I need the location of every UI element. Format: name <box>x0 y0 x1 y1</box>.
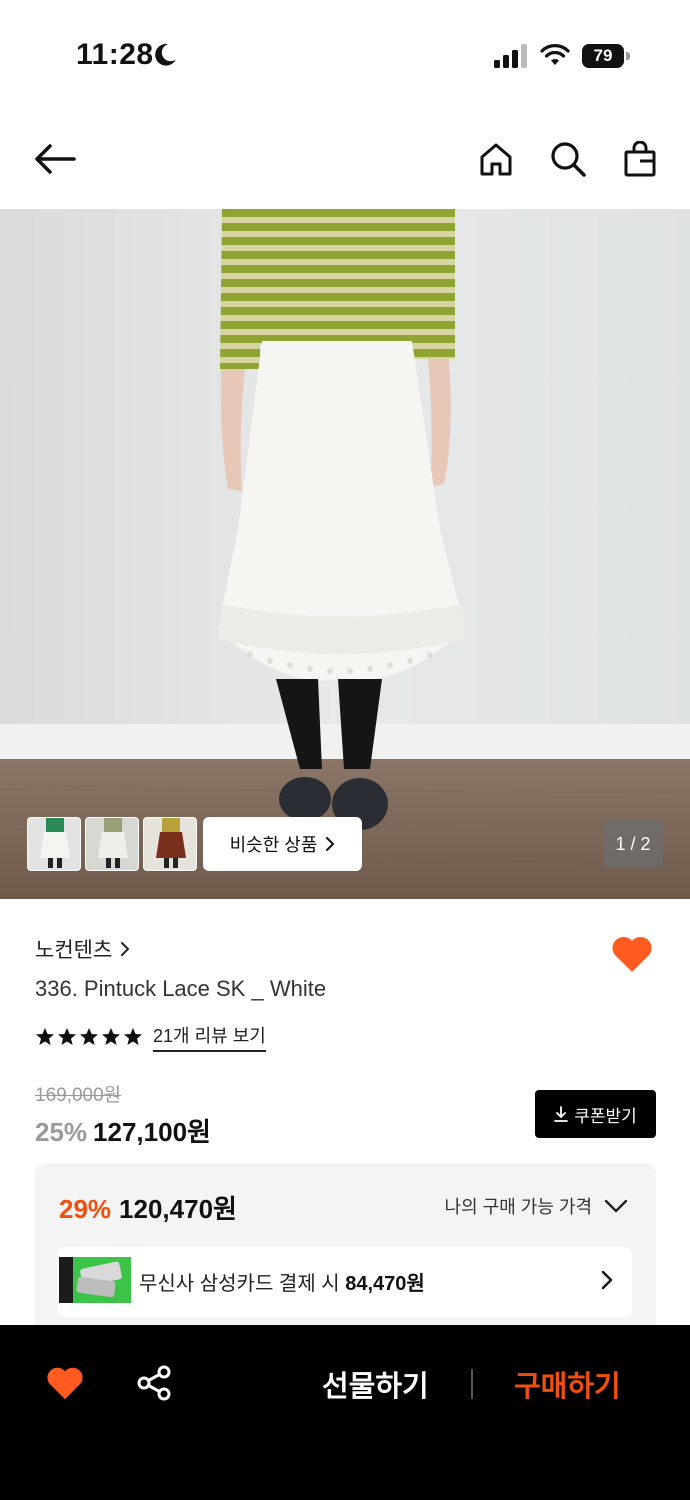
discount-rate: 25% <box>35 1117 88 1147</box>
similar-products-label: 비슷한 상품 <box>229 835 318 855</box>
coupon-button[interactable]: 쿠폰받기 <box>535 1090 656 1138</box>
star-icon <box>124 1028 142 1045</box>
product-photo <box>0 209 690 899</box>
home-icon <box>480 143 512 176</box>
shopping-bag-button[interactable] <box>615 134 665 184</box>
card-offer-row[interactable]: 무신사 삼성카드 결제 시 84,470원 <box>57 1247 632 1317</box>
thumbnail-2[interactable] <box>85 817 139 871</box>
search-icon <box>551 142 586 177</box>
similar-products-button[interactable]: 비슷한 상품 <box>203 817 362 871</box>
best-discount-rate: 29% <box>59 1194 112 1224</box>
back-button[interactable] <box>30 134 80 184</box>
star-icon <box>102 1028 120 1045</box>
divider <box>471 1369 473 1399</box>
price-row: 25% 127,100원 <box>35 1112 211 1149</box>
star-icon <box>36 1028 54 1045</box>
image-pager: 1 / 2 <box>603 820 663 868</box>
status-time: 11:28 <box>76 38 154 71</box>
sale-price: 127,100원 <box>93 1117 211 1147</box>
original-price: 169,000원 <box>35 1085 122 1106</box>
battery-icon: 79 <box>582 44 630 68</box>
best-price: 120,470원 <box>119 1194 237 1224</box>
star-icon <box>58 1028 76 1045</box>
heart-icon <box>47 1367 83 1400</box>
card-offer-text: 무신사 삼성카드 결제 시 84,470원 <box>139 1267 425 1296</box>
bottom-action-bar: 선물하기 구매하기 <box>0 1325 690 1500</box>
status-bar: 11:28 79 <box>0 0 690 110</box>
chevron-right-icon <box>601 1270 613 1290</box>
my-price-label: 나의 구매 가능 가격 <box>444 1197 592 1217</box>
download-icon <box>554 1106 569 1122</box>
heart-icon <box>612 936 652 972</box>
chevron-right-icon <box>326 837 335 851</box>
like-button[interactable] <box>610 934 654 974</box>
product-image[interactable] <box>0 209 690 899</box>
chevron-right-icon <box>121 942 130 956</box>
shopping-bag-icon <box>624 141 656 177</box>
musinsa-card-image <box>59 1257 131 1303</box>
gift-button[interactable]: 선물하기 <box>322 1363 429 1405</box>
search-button[interactable] <box>543 134 593 184</box>
product-title: 336. Pintuck Lace SK _ White <box>35 976 327 1001</box>
star-icon <box>80 1028 98 1045</box>
chevron-down-icon <box>604 1199 628 1213</box>
battery-level: 79 <box>582 44 624 68</box>
thumbnail-list <box>27 817 197 871</box>
wifi-icon <box>540 44 570 65</box>
signal-icon <box>494 44 527 68</box>
card-offer-price: 84,470원 <box>345 1273 425 1295</box>
back-arrow-icon <box>35 144 76 174</box>
thumbnail-3[interactable] <box>143 817 197 871</box>
moon-icon <box>155 43 176 66</box>
coupon-label: 쿠폰받기 <box>574 1106 637 1126</box>
buy-button[interactable]: 구매하기 <box>514 1363 621 1405</box>
brand-link[interactable]: 노컨텐츠 <box>35 934 130 964</box>
best-price-row: 29% 120,470원 <box>59 1189 237 1226</box>
brand-name: 노컨텐츠 <box>35 939 113 962</box>
review-link[interactable]: 21개 리뷰 보기 <box>153 1022 266 1052</box>
home-button[interactable] <box>471 134 521 184</box>
share-button[interactable] <box>134 1363 174 1403</box>
thumbnail-1[interactable] <box>27 817 81 871</box>
my-price-toggle[interactable]: 나의 구매 가능 가격 <box>445 1193 628 1219</box>
star-rating <box>35 1027 143 1047</box>
rating-row: 21개 리뷰 보기 <box>35 1022 266 1052</box>
card-offer-prefix: 무신사 삼성카드 결제 시 <box>139 1273 346 1295</box>
share-icon <box>137 1365 171 1401</box>
top-nav <box>0 120 690 200</box>
bottom-like-button[interactable] <box>45 1365 85 1401</box>
